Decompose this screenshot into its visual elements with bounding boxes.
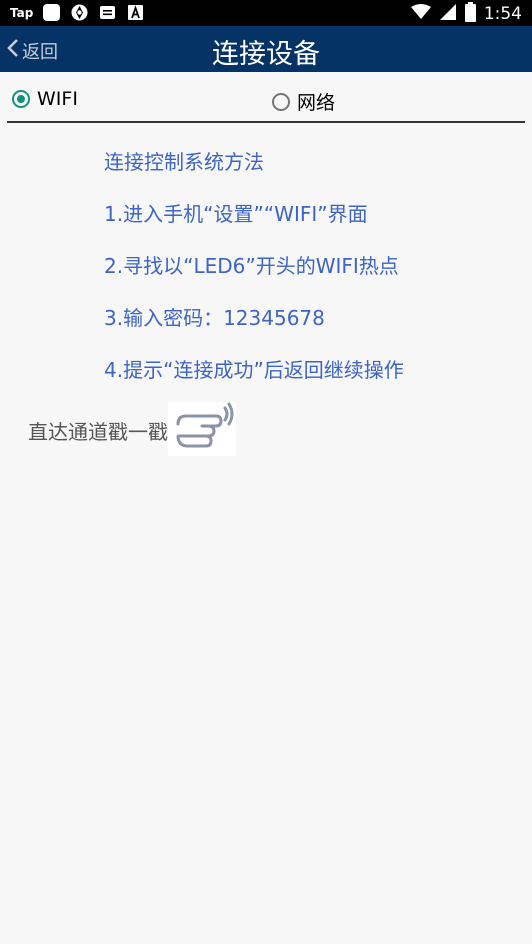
instruction-step: 3.输入密码：12345678 (104, 306, 325, 330)
clock: 1:54 (483, 4, 522, 24)
radio-wifi[interactable]: WIFI (12, 88, 78, 110)
divider (7, 121, 525, 123)
signal-icon (439, 3, 457, 25)
nav-bar: 返回 连接设备 (0, 26, 532, 72)
radio-unchecked-icon (272, 92, 290, 111)
instruction-step: 2.寻找以“LED6”开头的WIFI热点 (104, 254, 399, 278)
connection-mode-group: WIFI 网络 (0, 88, 532, 120)
message-icon (98, 3, 117, 22)
status-right: 1:54 (410, 2, 522, 26)
wifi-icon (410, 4, 431, 24)
radio-network-label: 网络 (297, 92, 336, 114)
status-left: Tap (10, 3, 145, 22)
tap-app-label: Tap (10, 5, 34, 20)
radio-wifi-label: WIFI (37, 88, 78, 110)
instruction-step: 4.提示“连接成功”后返回继续操作 (104, 358, 404, 382)
status-bar: Tap 1:54 (0, 0, 532, 26)
shortcut-button[interactable]: 直达通道戳一戳 (28, 402, 236, 456)
pointing-hand-icon (168, 402, 236, 456)
instruction-step: 1.进入手机“设置”“WIFI”界面 (104, 202, 368, 226)
instructions-heading: 连接控制系统方法 (104, 150, 264, 174)
radio-network[interactable]: 网络 (272, 88, 335, 115)
shortcut-label: 直达通道戳一戳 (28, 420, 168, 444)
battery-icon (464, 2, 476, 26)
font-a-icon (126, 3, 145, 22)
radio-checked-icon (12, 90, 30, 108)
shutter-icon (70, 3, 89, 22)
page-title: 连接设备 (212, 39, 320, 70)
app-square-icon (42, 3, 61, 22)
instructions: 连接控制系统方法 1.进入手机“设置”“WIFI”界面 2.寻找以“LED6”开… (104, 146, 404, 406)
